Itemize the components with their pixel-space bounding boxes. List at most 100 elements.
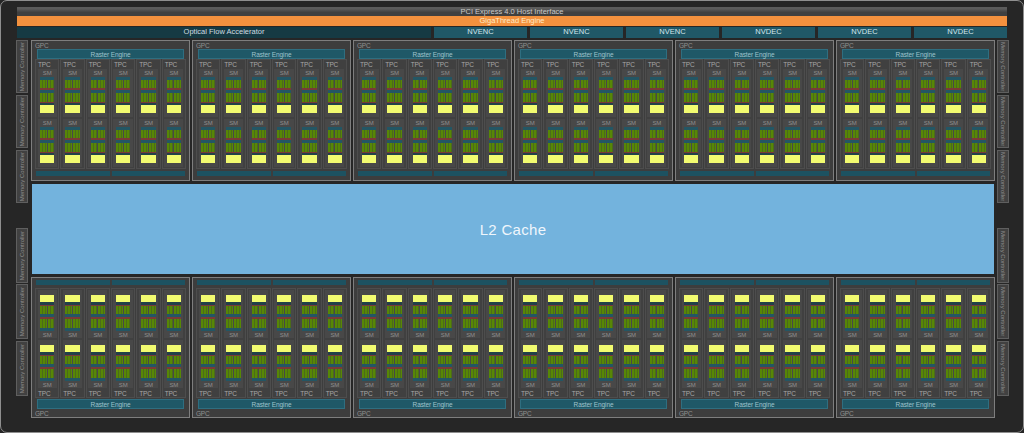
sm-block: SM <box>300 119 319 167</box>
tpc-block: TPCSMSM <box>780 288 804 398</box>
sm-core-row <box>65 130 79 139</box>
sm-label: SM <box>845 381 859 389</box>
sm-core-row <box>362 93 376 102</box>
sm-register-bar <box>362 105 376 113</box>
sm-label: SM <box>599 69 613 77</box>
sm-core-row <box>845 130 859 139</box>
sm-block: SM <box>732 69 751 117</box>
tpc-row: TPCSMSMTPCSMSMTPCSMSMTPCSMSMTPCSMSMTPCSM… <box>840 288 991 398</box>
sm-core-row <box>226 80 240 89</box>
sm-block: SM <box>461 69 480 117</box>
sm-label: SM <box>277 331 291 339</box>
sm-core-row <box>624 130 638 139</box>
sm-register-bar <box>201 105 215 113</box>
tpc-block: TPCSMSM <box>136 59 160 169</box>
sm-register-bar <box>870 345 884 353</box>
gpc-label: GPC <box>32 41 189 49</box>
memory-controller-label: Memory Controller <box>1000 152 1006 201</box>
sm-core-row <box>735 143 749 152</box>
sm-core-row <box>845 369 859 378</box>
sm-block: SM <box>682 340 701 388</box>
sm-core-row <box>438 319 452 328</box>
sm-label: SM <box>302 119 316 127</box>
sm-core-row <box>40 93 54 102</box>
tpc-label: TPC <box>841 60 863 68</box>
sm-core-row <box>328 369 342 378</box>
sm-label: SM <box>489 331 503 339</box>
sm-label: SM <box>599 381 613 389</box>
sm-core-row <box>141 356 155 365</box>
tpc-block: TPCSMSM <box>780 59 804 169</box>
sm-core-row <box>760 306 774 315</box>
sm-core-row <box>946 319 960 328</box>
tpc-block: TPCSMSM <box>840 59 864 169</box>
sm-core-row <box>277 130 291 139</box>
gpc-texture-bars <box>680 280 829 285</box>
tpc-block: TPCSMSM <box>297 288 321 398</box>
sm-block: SM <box>707 69 726 117</box>
raster-engine-bar: Raster Engine <box>520 49 667 59</box>
sm-core-row <box>387 306 401 315</box>
memory-controller-label: Memory Controller <box>19 42 25 91</box>
tpc-block: TPCSMSM <box>162 59 186 169</box>
sm-core-row <box>845 319 859 328</box>
sm-core-row <box>735 319 749 328</box>
sm-register-bar <box>870 105 884 113</box>
sm-block: SM <box>783 69 802 117</box>
sm-block: SM <box>732 290 751 338</box>
sm-core-row <box>811 356 825 365</box>
sm-block: SM <box>325 340 344 388</box>
tpc-block: TPCSMSM <box>865 288 889 398</box>
sm-register-bar <box>277 155 291 163</box>
sm-label: SM <box>709 119 723 127</box>
sm-block: SM <box>571 69 590 117</box>
sm-core-row <box>141 93 155 102</box>
gpc-texture-bars <box>36 171 185 176</box>
sm-label: SM <box>523 69 537 77</box>
sm-label: SM <box>362 119 376 127</box>
sm-register-bar <box>463 105 477 113</box>
sm-core-row <box>946 80 960 89</box>
sm-label: SM <box>972 381 986 389</box>
sm-core-row <box>463 306 477 315</box>
sm-block: SM <box>843 69 862 117</box>
sm-block: SM <box>893 119 912 167</box>
sm-core-row <box>760 93 774 102</box>
sm-core-row <box>811 143 825 152</box>
sm-block: SM <box>868 340 887 388</box>
tpc-label: TPC <box>222 60 244 68</box>
sm-block: SM <box>783 340 802 388</box>
sm-register-bar <box>523 295 537 303</box>
sm-label: SM <box>438 69 452 77</box>
sm-block: SM <box>410 290 429 338</box>
sm-core-row <box>684 319 698 328</box>
sm-core-row <box>201 80 215 89</box>
sm-core-row <box>277 319 291 328</box>
sm-block: SM <box>249 340 268 388</box>
sm-block: SM <box>893 290 912 338</box>
gpc-block: GPCRaster EngineTPCSMSMTPCSMSMTPCSMSMTPC… <box>836 277 995 418</box>
sm-core-row <box>735 130 749 139</box>
sm-label: SM <box>921 69 935 77</box>
tpc-block: TPCSMSM <box>619 59 643 169</box>
sm-core-row <box>972 130 986 139</box>
sm-label: SM <box>302 331 316 339</box>
sm-core-row <box>896 93 910 102</box>
sm-block: SM <box>647 69 666 117</box>
sm-block: SM <box>622 340 641 388</box>
sm-register-bar <box>946 155 960 163</box>
sm-register-bar <box>489 105 503 113</box>
sm-label: SM <box>252 381 266 389</box>
nvenc-block: NVENC <box>434 27 527 38</box>
l2-cache-block: L2 Cache <box>32 184 994 274</box>
tpc-block: TPCSMSM <box>60 288 84 398</box>
sm-block: SM <box>969 340 988 388</box>
sm-label: SM <box>302 69 316 77</box>
sm-register-bar <box>760 345 774 353</box>
tpc-block: TPCSMSM <box>645 59 669 169</box>
sm-core-row <box>277 93 291 102</box>
sm-block: SM <box>647 119 666 167</box>
tpc-label: TPC <box>570 389 592 397</box>
sm-core-row <box>599 319 613 328</box>
sm-core-row <box>523 369 537 378</box>
